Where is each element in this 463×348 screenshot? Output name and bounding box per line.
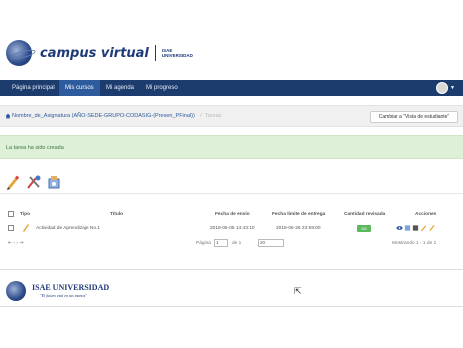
alert-message: La tarea ha sido creada <box>6 145 64 151</box>
globe-logo-icon <box>6 40 32 66</box>
footer: ISAE UNIVERSIDAD "El futuro está en tus … <box>0 275 463 307</box>
campus-logo[interactable]: campus virtual ISAE UNIVERSIDAD <box>6 40 202 66</box>
switch-view-label: Cambiar a "Vista de estudiante" <box>378 114 450 120</box>
logo-divider <box>154 45 156 61</box>
header-graded[interactable]: Cantidad revisada <box>344 212 385 217</box>
assignment-title-link[interactable]: Actividad de Aprendizaje No.1 <box>36 226 100 231</box>
mouse-cursor-icon: ⇱ <box>294 286 302 296</box>
pager-nav-icons[interactable]: ⇤ ‹ › ⇥ <box>8 241 23 246</box>
success-alert: La tarea ha sido creada <box>0 135 463 159</box>
header-deadline[interactable]: Fecha límite de entrega <box>272 212 325 217</box>
footer-globe-logo-icon <box>6 281 26 301</box>
logo-subtitle: ISAE UNIVERSIDAD <box>161 48 193 58</box>
breadcrumb: Nombre_de_Asignatura (AÑO-SEDE-GRUPO-COD… <box>0 105 463 127</box>
sent-date: 2018-05-05 14:43:10 <box>210 226 255 231</box>
pager-total: de 1 <box>232 241 242 246</box>
nav-item-home[interactable]: Página principal <box>6 80 61 96</box>
breadcrumb-separator: / <box>200 113 202 119</box>
settings-icon[interactable] <box>46 174 62 190</box>
select-all-checkbox[interactable] <box>8 211 14 217</box>
pager-summary: Mostrando 1 - 1 de 1 <box>392 241 437 246</box>
rows-per-page-select[interactable]: 20 <box>258 239 284 247</box>
logo-title: campus virtual <box>40 45 149 61</box>
chevron-down-icon[interactable]: ▼ <box>450 85 455 91</box>
header-actions: Acciones <box>415 212 437 217</box>
user-avatar[interactable] <box>436 82 448 94</box>
row-checkbox[interactable] <box>8 225 14 231</box>
graded-count-badge: 0/0 <box>357 225 371 232</box>
nav-item-my-courses[interactable]: Mis cursos <box>59 80 100 96</box>
breadcrumb-course-link[interactable]: Nombre_de_Asignatura (AÑO-SEDE-GRUPO-COD… <box>12 113 195 119</box>
download-icon[interactable] <box>404 224 411 232</box>
switch-student-view-button[interactable]: Cambiar a "Vista de estudiante" <box>370 111 458 123</box>
delete-icon[interactable] <box>428 224 435 232</box>
home-icon[interactable] <box>5 113 11 119</box>
header-sent-date[interactable]: Fecha de envío <box>215 212 250 217</box>
create-assignment-icon[interactable] <box>5 174 21 190</box>
pager-prefix: Página <box>196 241 211 246</box>
header: campus virtual ISAE UNIVERSIDAD <box>0 0 463 80</box>
assignments-table: Tipo Título Fecha de envío Fecha límite … <box>0 198 463 270</box>
page-number-input[interactable]: 1 <box>214 239 228 247</box>
nav-item-agenda[interactable]: Mi agenda <box>100 80 140 96</box>
add-tool-icon[interactable] <box>26 174 42 190</box>
assignment-type-icon <box>23 224 29 232</box>
breadcrumb-current: Tareas <box>205 113 222 119</box>
view-icon[interactable] <box>396 224 403 232</box>
edit-icon[interactable] <box>420 224 427 232</box>
header-type[interactable]: Tipo <box>20 212 30 217</box>
main-nav: Página principal Mis cursos Mi agenda Mi… <box>0 80 463 96</box>
footer-slogan: "El futuro está en tus manos" <box>40 293 87 298</box>
footer-name: ISAE UNIVERSIDAD <box>32 283 110 292</box>
assignment-toolbar <box>0 168 463 194</box>
nav-item-progress[interactable]: Mi progreso <box>140 80 184 96</box>
header-title[interactable]: Título <box>110 212 123 217</box>
visibility-icon[interactable] <box>412 224 419 232</box>
deadline: 2018-05-26 23:59:00 <box>276 226 321 231</box>
